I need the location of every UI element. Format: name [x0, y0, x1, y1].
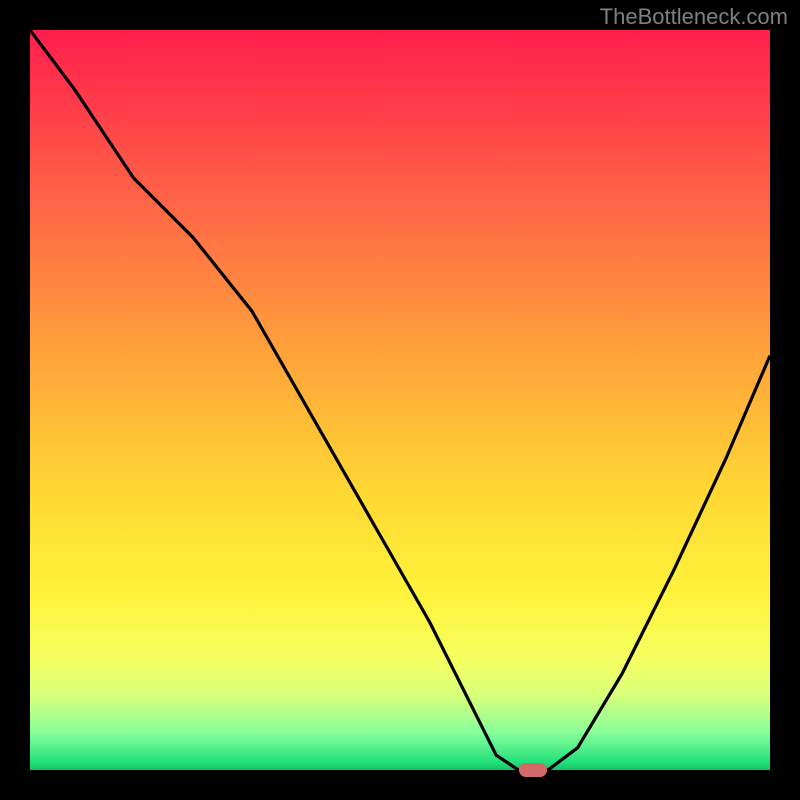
curve-path [30, 30, 770, 770]
chart-frame: TheBottleneck.com [0, 0, 800, 800]
bottleneck-curve [30, 30, 770, 770]
plot-area [30, 30, 770, 770]
optimum-marker [519, 763, 547, 777]
watermark-text: TheBottleneck.com [600, 4, 788, 30]
